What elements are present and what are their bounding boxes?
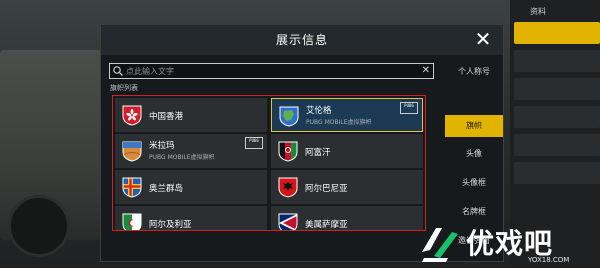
american-samoa-flag-icon [278, 213, 298, 230]
aland-flag-icon [122, 177, 142, 198]
background-menu-item [514, 50, 600, 72]
pubg-tag-icon: PUBG [400, 102, 418, 114]
pubg-tag-icon: PUBG [245, 137, 263, 149]
watermark-logo-icon [422, 228, 458, 262]
flag-name: 米拉玛 [149, 141, 175, 151]
flag-name: 艾伦格 [306, 106, 332, 116]
algeria-flag-icon [122, 213, 142, 230]
search-input[interactable] [126, 64, 416, 78]
afghanistan-flag-icon [278, 141, 298, 162]
flag-item-american-samoa[interactable]: 美属萨摩亚 [271, 206, 423, 230]
background-menu-item [514, 78, 600, 100]
background-menu-item [514, 106, 600, 128]
background-menu-item [514, 22, 600, 44]
flag-name: 阿尔及利亚 [149, 220, 192, 230]
flag-item-afghanistan[interactable]: 阿富汗 [271, 134, 423, 168]
hong-kong-flag-icon [122, 105, 142, 126]
miramar-flag-icon [122, 141, 142, 162]
search-icon [113, 66, 123, 76]
tab-nameplate-frame[interactable]: 名牌框 [445, 201, 503, 223]
flag-name: 中国香港 [149, 112, 184, 122]
background-menu-label: 资料 [530, 7, 546, 16]
close-icon: ✕ [474, 27, 492, 51]
background-wheel [8, 195, 70, 257]
albania-flag-icon [278, 177, 298, 198]
background-menu-item [514, 162, 600, 184]
flag-list-title: 旗帜列表 [110, 84, 138, 92]
flag-item-erangel[interactable]: 艾伦格 PUBG MOBILE虚拟旗帜 PUBG [271, 98, 423, 132]
flag-item-aland[interactable]: 奥兰群岛 [115, 170, 267, 204]
dialog-header: 展示信息 ✕ [101, 25, 503, 55]
tab-personal-title[interactable]: 个人称号 [445, 61, 503, 83]
flag-item-hong-kong[interactable]: 中国香港 [115, 98, 267, 132]
flag-subtitle: PUBG MOBILE虚拟旗帜 [306, 119, 372, 126]
flag-subtitle: PUBG MOBILE虚拟旗帜 [149, 154, 215, 161]
flag-name: 阿尔巴尼亚 [305, 184, 348, 194]
flag-item-miramar[interactable]: 米拉玛 PUBG MOBILE虚拟旗帜 PUBG [115, 134, 267, 168]
tab-avatar-frame[interactable]: 头像框 [445, 172, 503, 194]
flag-name: 奥兰群岛 [149, 184, 184, 194]
tab-flag[interactable]: 旗帜 [445, 115, 503, 137]
search-box[interactable]: ✕ [109, 63, 434, 79]
flag-item-albania[interactable]: 阿尔巴尼亚 [271, 170, 423, 204]
close-button[interactable]: ✕ [473, 29, 493, 49]
tab-avatar[interactable]: 头像 [445, 143, 503, 165]
clear-search-icon[interactable]: ✕ [422, 64, 430, 78]
site-watermark: 优戏吧 YOX18.COM [418, 222, 600, 268]
erangel-flag-icon [279, 106, 299, 127]
flag-name: 阿富汗 [305, 148, 331, 158]
flag-item-algeria[interactable]: 阿尔及利亚 [115, 206, 267, 230]
background-menu-item [514, 134, 600, 156]
flag-name: 美属萨摩亚 [305, 220, 348, 230]
flag-list: 中国香港 艾伦格 PUBG MOBILE虚拟旗帜 PUBG 米拉玛 PUBG M… [112, 95, 426, 231]
watermark-url: YOX18.COM [528, 256, 570, 264]
dialog-title: 展示信息 [275, 33, 328, 47]
